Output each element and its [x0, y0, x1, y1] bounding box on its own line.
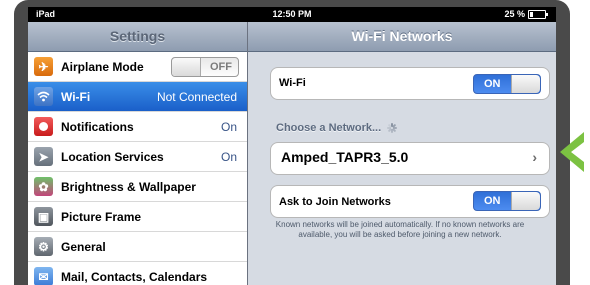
sidebar-item-brightness-wallpaper[interactable]: ✿ Brightness & Wallpaper	[28, 172, 247, 202]
location-services-value: On	[220, 149, 237, 164]
known-networks-note: Known networks will be joined automatica…	[275, 220, 525, 239]
airplane-icon: ✈	[34, 57, 53, 76]
sidebar-item-notifications[interactable]: Notifications On	[28, 112, 247, 142]
brightness-icon: ✿	[34, 177, 53, 196]
sidebar-item-label: Picture Frame	[61, 209, 142, 224]
status-time: 12:50 PM	[272, 9, 312, 19]
wifi-networks-title: Wi-Fi Networks	[248, 22, 556, 52]
sidebar-item-picture-frame[interactable]: ▣ Picture Frame	[28, 202, 247, 232]
network-row[interactable]: Amped_TAPR3_5.0 ›	[270, 142, 550, 175]
sidebar-item-airplane-mode[interactable]: ✈ Airplane Mode OFF	[28, 52, 247, 82]
wifi-toggle[interactable]: ON	[473, 74, 541, 94]
wifi-toggle-group: Wi-Fi ON	[270, 67, 550, 100]
ask-to-join-toggle[interactable]: ON	[473, 191, 541, 211]
sidebar-item-label: Location Services	[61, 149, 164, 164]
chevron-right-icon[interactable]: ›	[532, 149, 537, 165]
settings-title: Settings	[28, 22, 247, 52]
notifications-value: On	[220, 119, 237, 134]
location-icon: ➤	[34, 147, 53, 166]
wifi-status-value: Not Connected	[156, 89, 237, 104]
wifi-label: Wi-Fi	[279, 77, 306, 89]
gear-icon: ⚙	[34, 237, 53, 256]
sidebar-item-wifi[interactable]: Wi-Fi Not Connected	[28, 82, 247, 112]
settings-sidebar: Settings ✈ Airplane Mode OFF Wi-Fi Not C…	[28, 22, 248, 285]
sidebar-item-general[interactable]: ⚙ General	[28, 232, 247, 262]
notifications-icon	[34, 117, 53, 136]
pointer-arrow-icon	[560, 132, 584, 172]
sidebar-item-label: Mail, Contacts, Calendars	[61, 269, 208, 284]
sidebar-item-label: Notifications	[61, 119, 134, 134]
sidebar-item-label: Brightness & Wallpaper	[61, 179, 196, 194]
sidebar-item-label: Wi-Fi	[61, 89, 91, 104]
ask-to-join-label: Ask to Join Networks	[279, 196, 391, 208]
sidebar-item-location-services[interactable]: ➤ Location Services On	[28, 142, 247, 172]
battery-status: 25 %	[504, 9, 548, 19]
battery-percent: 25 %	[504, 9, 525, 19]
ipad-screen: iPad 12:50 PM 25 % Settings ✈ Airplane M…	[28, 7, 556, 285]
loading-spinner-icon	[387, 123, 398, 133]
sidebar-item-label: General	[61, 239, 106, 254]
sidebar-item-mail-contacts-calendars[interactable]: ✉ Mail, Contacts, Calendars	[28, 262, 247, 285]
status-bar: iPad 12:50 PM 25 %	[28, 7, 556, 22]
wifi-networks-pane: Wi-Fi Networks Wi-Fi ON Choose a Network…	[248, 22, 556, 285]
mail-icon: ✉	[34, 267, 53, 285]
choose-network-label: Choose a Network...	[276, 122, 398, 134]
airplane-mode-toggle[interactable]: OFF	[171, 57, 239, 77]
wifi-icon	[34, 87, 53, 106]
network-name: Amped_TAPR3_5.0	[281, 149, 409, 165]
battery-icon	[528, 9, 548, 19]
picture-frame-icon: ▣	[34, 207, 53, 226]
ask-to-join-group: Ask to Join Networks ON	[270, 185, 550, 218]
